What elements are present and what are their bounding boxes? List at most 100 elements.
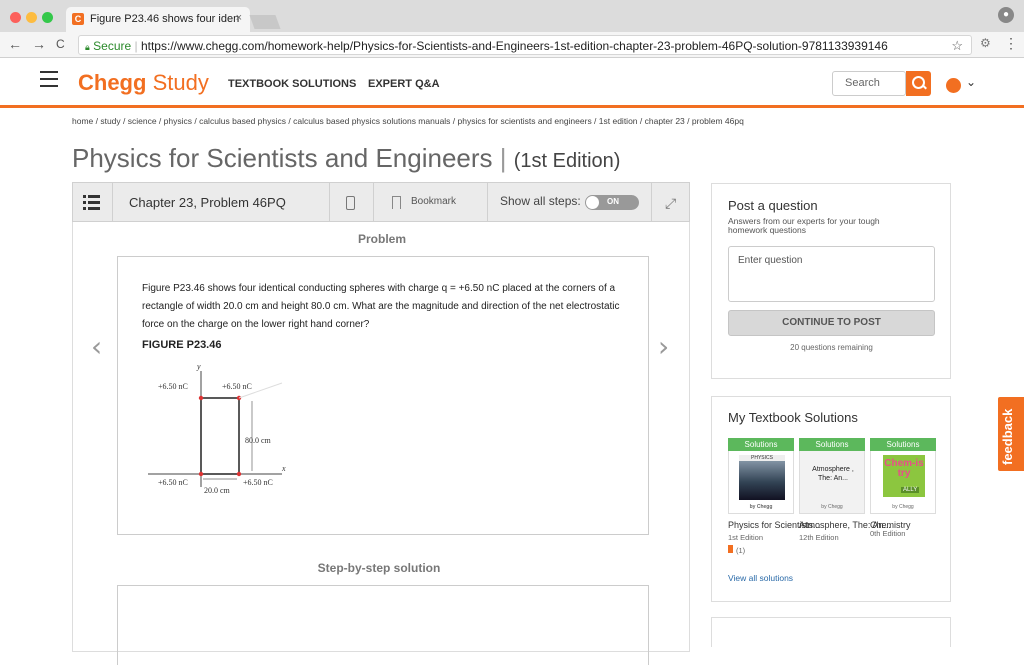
book-edition: 12th Edition [799, 533, 839, 542]
chegg-study-logo[interactable]: Chegg Study [78, 70, 209, 96]
lock-icon: 🔒︎ [85, 42, 90, 52]
search-input[interactable]: Search [832, 71, 906, 96]
view-all-solutions-link[interactable]: View all solutions [728, 573, 793, 583]
charge-top-left [198, 395, 204, 401]
hamburger-menu-icon[interactable] [40, 71, 58, 92]
show-all-steps-label: Show all steps: [500, 194, 581, 208]
browser-tabbar: C Figure P23.46 shows four iden × ● [0, 0, 1024, 32]
charge-label-top-right: +6.50 nC [222, 382, 252, 391]
book-title: Physics for Scientists and Engineers [72, 143, 493, 173]
next-arrow-icon[interactable]: › [658, 333, 669, 361]
new-tab-button[interactable] [249, 15, 281, 29]
profile-icon[interactable]: ● [998, 7, 1014, 23]
x-axis-label: x [281, 464, 286, 473]
minimize-window-icon[interactable] [26, 12, 37, 23]
tab-title: Figure P23.46 shows four iden [90, 13, 240, 25]
url-input[interactable]: 🔒︎ Secure | https://www.chegg.com/homewo… [78, 35, 972, 55]
charge-label-top-left: +6.50 nC [158, 382, 188, 391]
problem-box: Figure P23.46 shows four identical condu… [117, 256, 649, 535]
site-header: Chegg Study TEXTBOOK SOLUTIONS EXPERT Q&… [0, 58, 1024, 108]
chapter-label: Chapter 23, Problem 46PQ [129, 195, 286, 210]
cover-badge: ALLY [901, 487, 920, 493]
post-question-subtitle: Answers from our experts for your tough … [728, 216, 880, 235]
book-cover: Atmosphere , The: An... by Chegg [799, 451, 865, 514]
book-edition: 1st Edition [728, 533, 764, 542]
main-panel: Problem Figure P23.46 shows four identic… [72, 222, 690, 665]
solutions-ribbon: Solutions [799, 438, 865, 451]
figure-diagram: y x +6.50 nC +6.50 nC +6.50 nC +6.50 nC … [148, 362, 286, 495]
expand-icon[interactable]: ⤢ [665, 195, 676, 212]
url-text: https://www.chegg.com/homework-help/Phys… [140, 39, 888, 53]
bookmark-star-icon[interactable]: ☆ [951, 38, 963, 54]
problem-text: Figure P23.46 shows four identical condu… [142, 283, 620, 330]
book-edition: (1st Edition) [513, 150, 621, 172]
secure-label: Secure [93, 39, 132, 53]
solutions-ribbon: Solutions [870, 438, 936, 451]
toggle-knob [586, 196, 599, 209]
cover-by: by Chegg [821, 504, 843, 510]
problem-toolbar: Chapter 23, Problem 46PQ Bookmark Show a… [72, 182, 690, 222]
nav-textbook-solutions[interactable]: TEXTBOOK SOLUTIONS [228, 78, 356, 90]
questions-remaining: 20 questions remaining [790, 343, 873, 352]
charge-label-bottom-left: +6.50 nC [158, 478, 188, 487]
textbook-solutions-title: My Textbook Solutions [728, 410, 858, 425]
solution-box [117, 585, 649, 665]
textbook-card[interactable]: Solutions Atmosphere , The: An... by Che… [799, 438, 891, 542]
continue-to-post-button[interactable]: CONTINUE TO POST [728, 310, 935, 336]
logo-sub: Study [152, 70, 209, 95]
toggle-state: ON [607, 197, 619, 206]
charge-bottom-left [198, 471, 204, 477]
charge-label-bottom-right: +6.50 nC [243, 478, 273, 487]
feedback-label[interactable]: feedback [1000, 409, 1015, 465]
cover-text: Atmosphere , The: An... [812, 466, 854, 482]
list-icon [83, 194, 101, 210]
step-by-step-heading: Step-by-step solution [317, 561, 441, 575]
mobile-icon[interactable] [346, 196, 355, 210]
textbook-card[interactable]: Solutions PHYSICS by Chegg Physics for S… [728, 438, 821, 555]
tab-close-icon[interactable]: × [236, 12, 242, 24]
extension-icon[interactable]: ⚙ [980, 36, 991, 50]
cover-brand: PHYSICS [739, 455, 785, 461]
problem-heading: Problem [357, 232, 406, 246]
bookmark-button[interactable]: Bookmark [411, 196, 456, 207]
cover-by: by Chegg [892, 504, 914, 510]
book-cover: Chem-istry ALLY by Chegg [870, 451, 936, 514]
browser-tab[interactable]: C Figure P23.46 shows four iden × [66, 7, 250, 32]
bookmark-icon [728, 545, 733, 553]
address-bar-row: ← → C 🔒︎ Secure | https://www.chegg.com/… [0, 32, 1024, 58]
book-edition: 0th Edition [870, 529, 906, 538]
forward-icon[interactable]: → [32, 37, 46, 51]
question-input[interactable]: Enter question [728, 246, 935, 302]
book-cover: PHYSICS by Chegg [728, 451, 794, 514]
y-axis-label: y [196, 362, 201, 371]
search-icon[interactable] [906, 71, 931, 96]
close-window-icon[interactable] [10, 12, 21, 23]
textbook-card[interactable]: Solutions Chem-istry ALLY by Chegg Chemi… [870, 438, 936, 538]
logo-main: Chegg [78, 70, 147, 95]
reload-icon[interactable]: C [56, 37, 65, 51]
chegg-favicon-icon: C [72, 13, 84, 25]
maximize-window-icon[interactable] [42, 12, 53, 23]
solutions-ribbon: Solutions [728, 438, 794, 451]
bottom-panel [711, 617, 951, 647]
breadcrumb[interactable]: home / study / science / physics / calcu… [72, 116, 744, 126]
book-name: Atmosphere, The: An... [799, 520, 891, 530]
cover-by: by Chegg [749, 504, 773, 510]
figure-label: FIGURE P23.46 [142, 339, 222, 351]
nav-expert-qa[interactable]: EXPERT Q&A [368, 78, 440, 90]
rectangle [200, 397, 240, 475]
textbook-solutions-panel: My Textbook Solutions Solutions PHYSICS … [711, 396, 951, 602]
charge-bottom-right [236, 471, 242, 477]
chevron-down-icon[interactable]: ⌄ [966, 75, 976, 89]
post-question-title: Post a question [728, 198, 818, 213]
browser-menu-icon[interactable]: ⋮ [1004, 35, 1018, 52]
cover-text: Chem-istry [884, 458, 924, 479]
height-label: 80.0 cm [245, 436, 272, 445]
back-icon[interactable]: ← [8, 37, 22, 51]
toc-button[interactable] [73, 183, 113, 221]
show-all-steps-toggle[interactable]: ON [585, 195, 639, 210]
post-question-panel: Post a question Answers from our experts… [711, 183, 951, 379]
avatar[interactable] [946, 78, 961, 93]
bookmark-icon[interactable] [392, 196, 401, 209]
previous-arrow-icon[interactable]: ‹ [91, 333, 102, 361]
